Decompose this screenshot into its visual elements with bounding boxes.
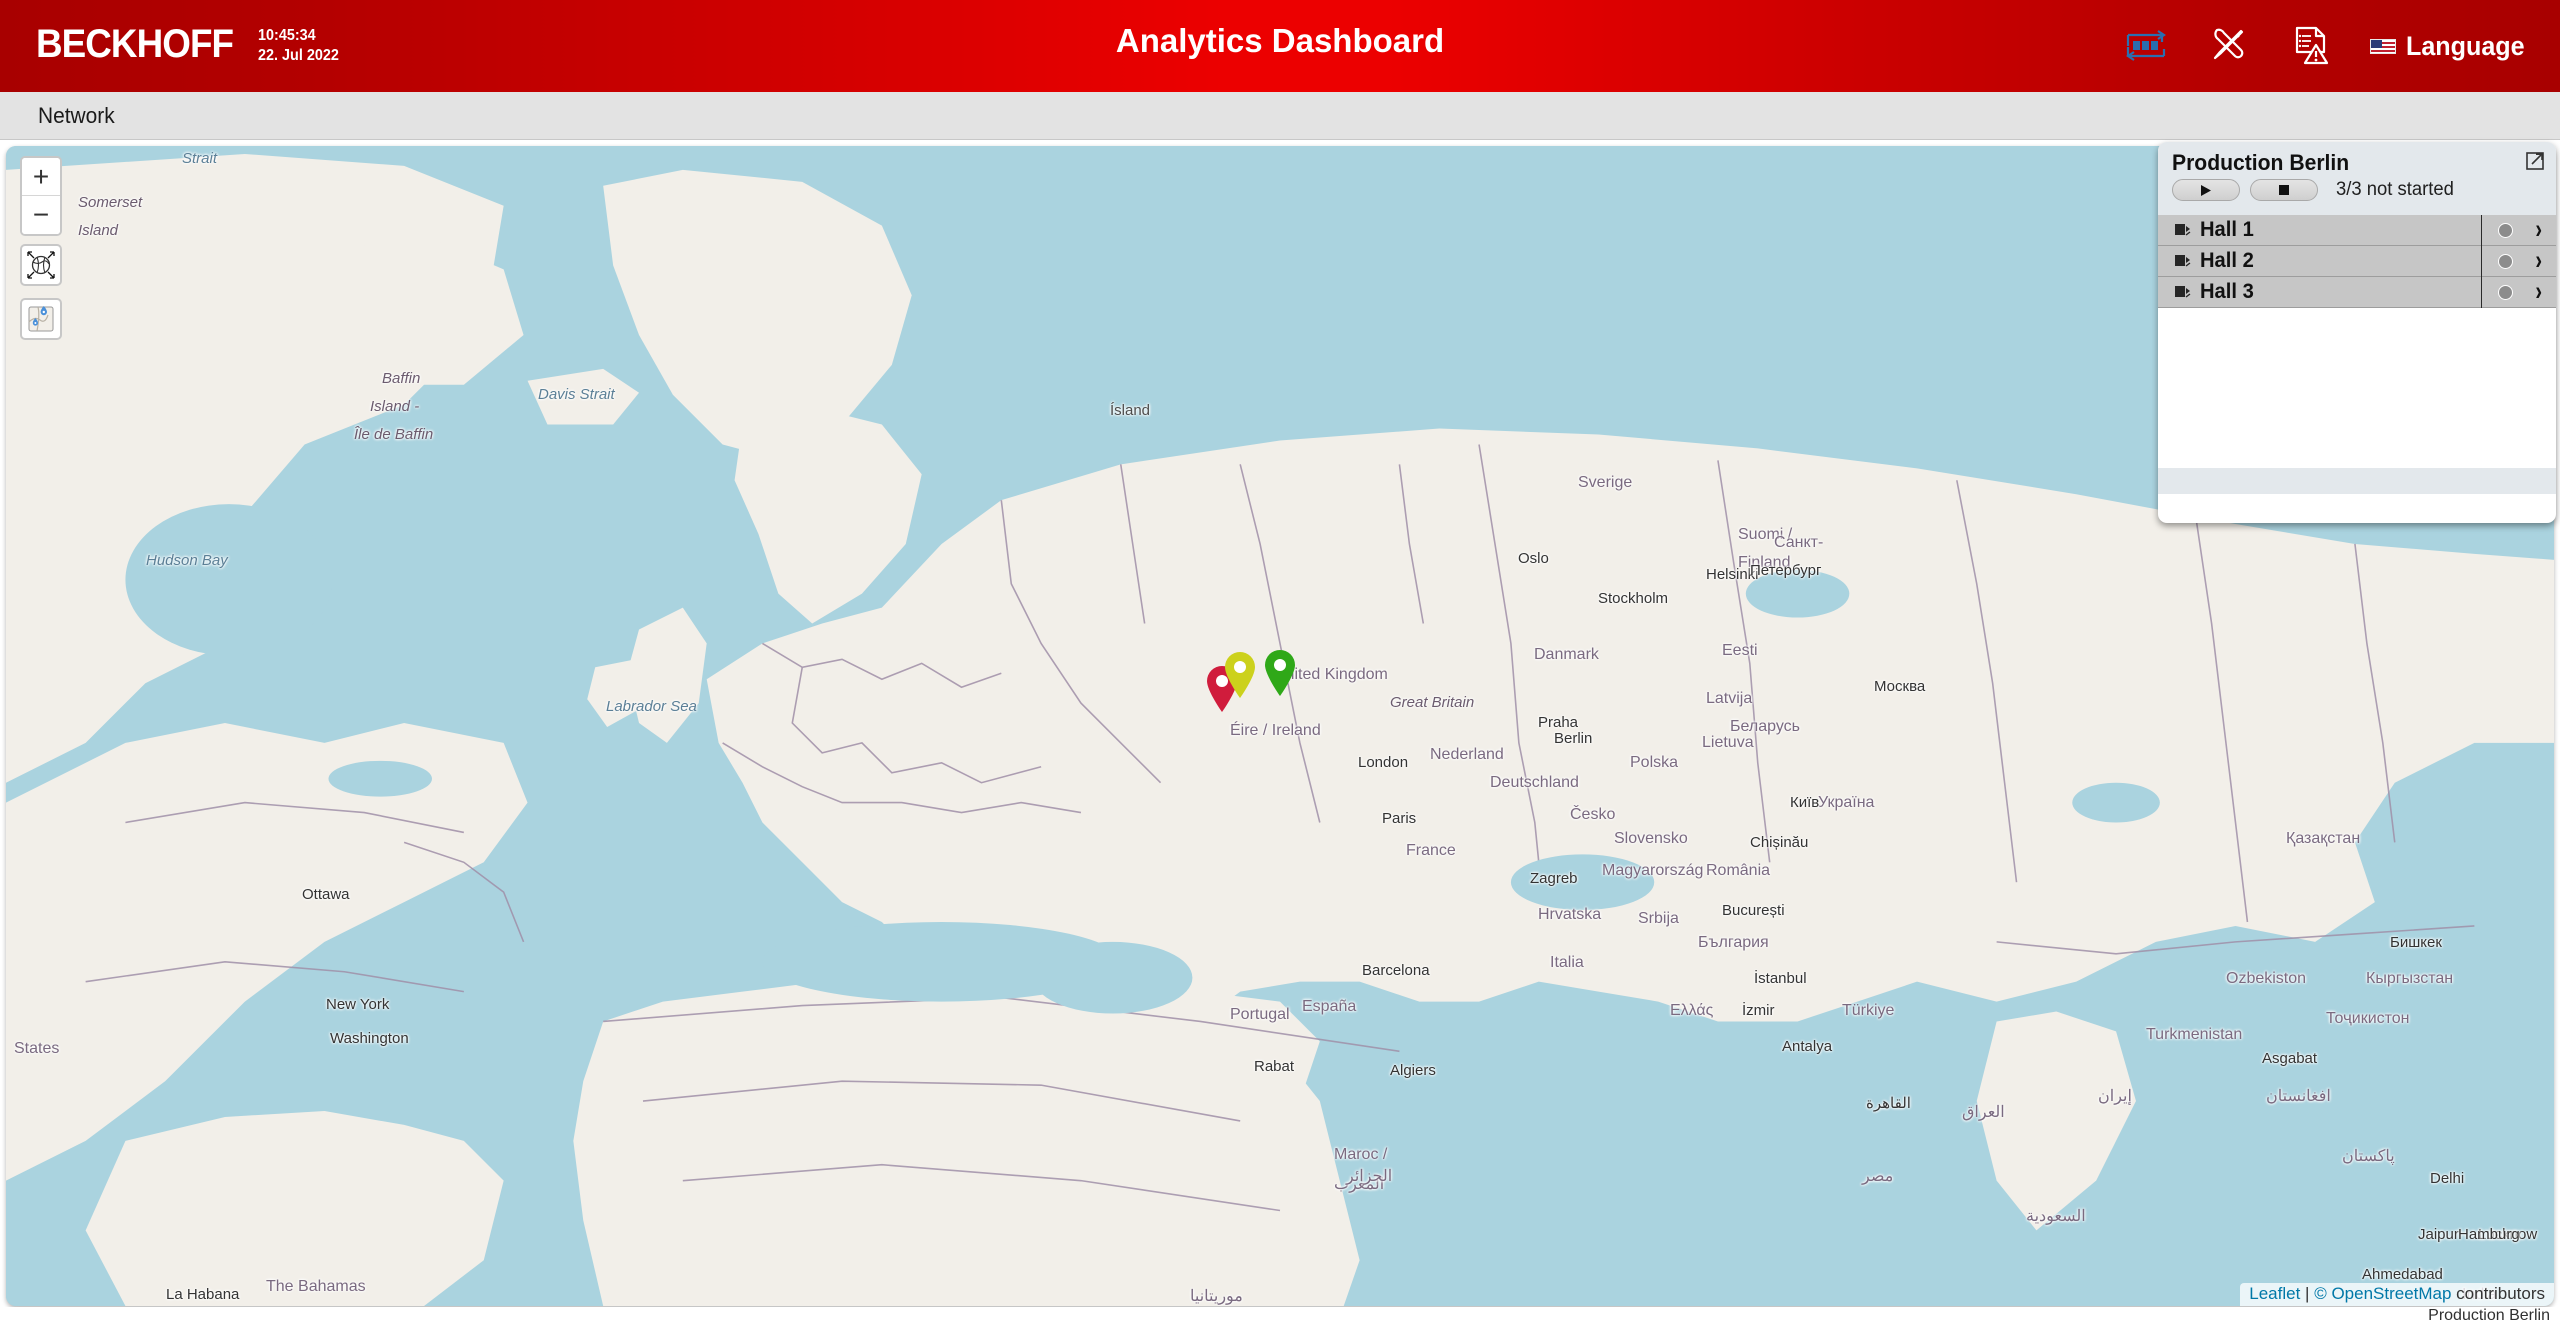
zoom-out-button[interactable]: − xyxy=(22,196,60,234)
hall-list: Hall 1 › Hall 2 › Hall 3 › xyxy=(2158,214,2556,308)
hall-row[interactable]: Hall 3 › xyxy=(2158,276,2556,308)
dashboard-root: BECKHOFF 10:45:34 22. Jul 2022 Analytics… xyxy=(0,0,2560,1329)
marker-yellow[interactable] xyxy=(1223,651,1257,704)
hall-label: Hall 2 xyxy=(2200,249,2254,272)
attribution-separator: | xyxy=(2300,1284,2315,1303)
marker-green[interactable] xyxy=(1263,649,1297,702)
open-in-new-window-icon[interactable] xyxy=(2522,148,2548,174)
panel-title: Production Berlin xyxy=(2172,150,2350,175)
stop-button[interactable] xyxy=(2250,179,2318,201)
footer-label: Production Berlin xyxy=(2428,1307,2550,1324)
tools-icon[interactable] xyxy=(2200,18,2256,74)
hall-row[interactable]: Hall 1 › xyxy=(2158,214,2556,246)
network-connection-icon[interactable] xyxy=(2118,18,2174,74)
row-divider xyxy=(2481,276,2483,308)
map-markers-icon[interactable] xyxy=(20,298,62,340)
device-icon xyxy=(2174,221,2192,239)
leaflet-link[interactable]: Leaflet xyxy=(2249,1284,2300,1303)
hall-label: Hall 3 xyxy=(2200,280,2254,303)
status-dot xyxy=(2498,222,2514,238)
panel-controls: 3/3 not started xyxy=(2172,179,2544,201)
header-icon-bar: Language xyxy=(2118,0,2542,92)
status-dot xyxy=(2498,253,2514,269)
hall-row[interactable]: Hall 2 › xyxy=(2158,245,2556,277)
osm-link[interactable]: OpenStreetMap xyxy=(2331,1284,2451,1303)
device-icon xyxy=(2174,252,2192,270)
panel-body xyxy=(2158,308,2556,468)
zoom-in-button[interactable]: + xyxy=(22,158,60,196)
chevron-right-icon[interactable]: › xyxy=(2535,276,2542,307)
breadcrumb[interactable]: Network xyxy=(38,103,115,129)
panel-footer xyxy=(2158,468,2556,494)
hall-row-right: › xyxy=(2481,245,2556,277)
attribution-contributors: contributors xyxy=(2451,1284,2545,1303)
chevron-right-icon[interactable]: › xyxy=(2535,214,2542,245)
hall-row-right: › xyxy=(2481,276,2556,308)
production-panel: Production Berlin 3/3 not started Hall 1… xyxy=(2158,142,2556,523)
status-dot xyxy=(2498,284,2514,300)
breadcrumb-bar: Network xyxy=(0,92,2560,140)
map-zoom-control[interactable]: + − xyxy=(20,156,62,236)
play-button[interactable] xyxy=(2172,179,2240,201)
page-footer: Production Berlin xyxy=(0,1307,2560,1329)
document-warning-icon[interactable] xyxy=(2282,18,2338,74)
language-selector[interactable]: Language xyxy=(2370,31,2534,62)
osm-copyright[interactable]: © xyxy=(2314,1284,2331,1303)
language-label: Language xyxy=(2406,30,2526,61)
panel-status: 3/3 not started xyxy=(2336,179,2454,200)
map-attribution: Leaflet | © OpenStreetMap contributors xyxy=(2240,1283,2554,1306)
app-header: BECKHOFF 10:45:34 22. Jul 2022 Analytics… xyxy=(0,0,2560,92)
panel-header: Production Berlin 3/3 not started xyxy=(2158,142,2556,215)
row-divider xyxy=(2481,214,2483,246)
us-flag-icon xyxy=(2370,38,2397,54)
hall-label: Hall 1 xyxy=(2200,218,2254,241)
row-divider xyxy=(2481,245,2483,277)
hall-row-right: › xyxy=(2481,214,2556,246)
globe-fit-icon[interactable] xyxy=(20,244,62,286)
device-icon xyxy=(2174,283,2192,301)
chevron-right-icon[interactable]: › xyxy=(2535,245,2542,276)
